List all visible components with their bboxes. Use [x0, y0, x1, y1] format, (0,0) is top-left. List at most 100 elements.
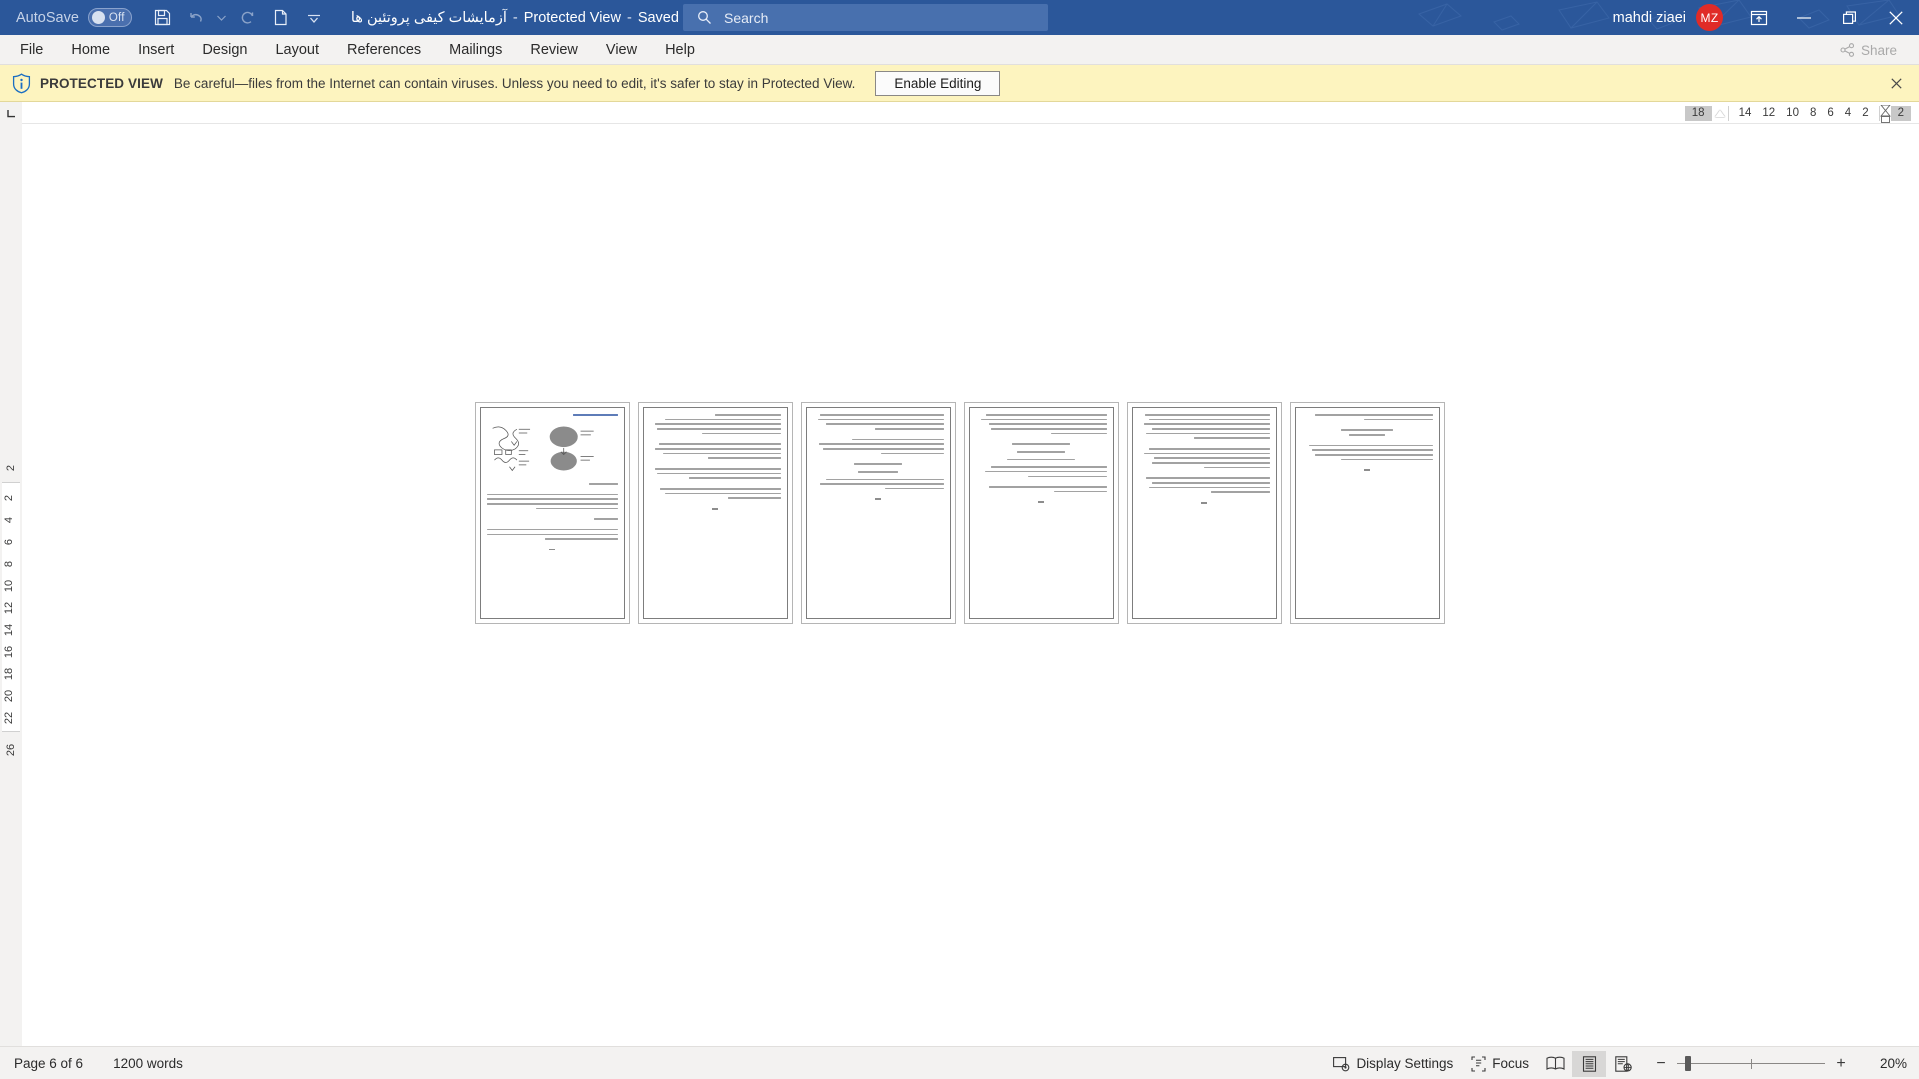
zoom-level[interactable]: 20% — [1865, 1056, 1907, 1071]
text-line — [658, 443, 781, 445]
text-line — [1148, 418, 1270, 421]
autosave-label: AutoSave — [16, 9, 79, 26]
focus-button[interactable]: Focus — [1462, 1051, 1538, 1077]
zoom-slider[interactable] — [1677, 1055, 1825, 1073]
print-layout-icon[interactable] — [1572, 1050, 1606, 1077]
vertical-ruler-bottom-value: 26 — [5, 743, 17, 757]
search-input[interactable]: Search — [724, 10, 768, 26]
paragraph-block — [1139, 477, 1270, 494]
tab-mailings[interactable]: Mailings — [435, 36, 516, 64]
text-line — [820, 414, 944, 416]
ribbon-tab-bar: File Home Insert Design Layout Reference… — [0, 35, 1919, 65]
tab-view[interactable]: View — [592, 36, 651, 64]
page-thumbnail[interactable] — [474, 402, 630, 624]
text-line — [1143, 452, 1270, 455]
ribbon-display-options-icon[interactable] — [1737, 0, 1781, 35]
text-line — [486, 502, 618, 505]
text-line — [536, 507, 618, 510]
text-line — [858, 470, 898, 473]
text-line — [991, 466, 1107, 468]
zoom-control: − + 20% — [1654, 1055, 1907, 1073]
autosave-state: Off — [108, 11, 125, 24]
text-line — [486, 533, 618, 536]
tab-help[interactable]: Help — [651, 36, 709, 64]
page-thumbnail[interactable] — [1126, 402, 1282, 624]
status-bar: Page 6 of 6 1200 words Display Settings … — [0, 1046, 1919, 1079]
tab-layout[interactable]: Layout — [261, 36, 333, 64]
text-line — [1006, 458, 1076, 461]
page-thumbnails — [0, 402, 1919, 624]
document-name[interactable]: آزمایشات کیفی پروتئین ها — [351, 10, 507, 26]
undo-dropdown-icon[interactable] — [214, 4, 230, 32]
new-document-icon[interactable] — [266, 4, 296, 32]
title-separator-1: - — [512, 9, 518, 26]
tab-references[interactable]: References — [333, 36, 435, 64]
page-content — [479, 407, 625, 619]
save-icon[interactable] — [148, 4, 178, 32]
enable-editing-button[interactable]: Enable Editing — [875, 70, 1001, 96]
autosave-control[interactable]: AutoSave Off — [16, 8, 132, 27]
read-mode-icon[interactable] — [1538, 1051, 1572, 1077]
hanging-indent-marker[interactable] — [1879, 104, 1891, 123]
page-content — [968, 407, 1114, 619]
page-header-link — [572, 414, 618, 416]
customize-quick-access-icon[interactable] — [299, 4, 329, 32]
title-bar-right-controls: mahdi ziaei MZ — [1613, 0, 1919, 35]
formula-block — [813, 463, 944, 465]
page-thumbnail[interactable] — [637, 402, 793, 624]
horizontal-ruler[interactable]: 18 14 12 10 8 6 4 2 2 — [1684, 104, 1911, 123]
text-line — [1148, 448, 1270, 450]
paragraph-block — [1302, 429, 1433, 436]
autosave-toggle[interactable]: Off — [87, 8, 132, 27]
page-indicator[interactable]: Page 6 of 6 — [14, 1056, 83, 1071]
tab-stop-left-icon[interactable] — [0, 102, 22, 124]
ruler-ticks: 14 12 10 8 6 4 2 — [1727, 105, 1880, 121]
page-thumbnail[interactable] — [1289, 402, 1445, 624]
page-thumbnail[interactable] — [800, 402, 956, 624]
text-line — [665, 418, 781, 421]
tab-home[interactable]: Home — [57, 36, 124, 64]
user-name[interactable]: mahdi ziaei — [1613, 10, 1686, 26]
restore-icon[interactable] — [1827, 0, 1873, 35]
text-line — [486, 498, 618, 500]
text-line — [665, 492, 781, 495]
ruler-left-margin-value: 18 — [1684, 105, 1712, 121]
text-line — [1348, 433, 1386, 436]
page-thumbnail[interactable] — [963, 402, 1119, 624]
minimize-icon[interactable] — [1781, 0, 1827, 35]
undo-icon[interactable] — [181, 4, 211, 32]
tab-file[interactable]: File — [6, 36, 57, 64]
text-line — [1051, 432, 1107, 435]
zoom-in-button[interactable]: + — [1834, 1055, 1848, 1073]
paragraph-block — [1139, 448, 1270, 469]
text-line — [880, 452, 944, 455]
paragraph-block — [1302, 444, 1433, 461]
tab-insert[interactable]: Insert — [124, 36, 188, 64]
paragraph-block — [976, 486, 1107, 493]
text-line — [1210, 491, 1270, 494]
close-icon[interactable] — [1886, 73, 1906, 93]
text-line — [1364, 418, 1433, 421]
display-settings-button[interactable]: Display Settings — [1324, 1051, 1462, 1077]
share-button[interactable]: Share — [1830, 38, 1907, 62]
close-icon[interactable] — [1873, 0, 1919, 35]
text-line — [654, 468, 781, 470]
redo-icon[interactable] — [233, 4, 263, 32]
protein-structure-figure — [491, 426, 594, 472]
text-line — [1012, 443, 1070, 445]
document-canvas[interactable]: 2 2 4 6 8 10 12 14 16 18 20 22 26 — [0, 124, 1919, 1046]
zoom-slider-thumb[interactable] — [1685, 1056, 1691, 1071]
tab-design[interactable]: Design — [188, 36, 261, 64]
web-layout-icon[interactable] — [1606, 1051, 1640, 1077]
text-line — [1193, 437, 1270, 440]
text-line — [1017, 450, 1065, 453]
caption-block — [487, 483, 618, 485]
search-box[interactable]: Search — [683, 4, 1048, 31]
word-count[interactable]: 1200 words — [113, 1056, 183, 1071]
tab-review[interactable]: Review — [516, 36, 592, 64]
page-number — [1364, 469, 1370, 471]
first-line-indent-marker[interactable] — [1714, 109, 1725, 117]
avatar[interactable]: MZ — [1696, 4, 1723, 31]
zoom-out-button[interactable]: − — [1654, 1055, 1668, 1073]
text-line — [1309, 444, 1433, 447]
